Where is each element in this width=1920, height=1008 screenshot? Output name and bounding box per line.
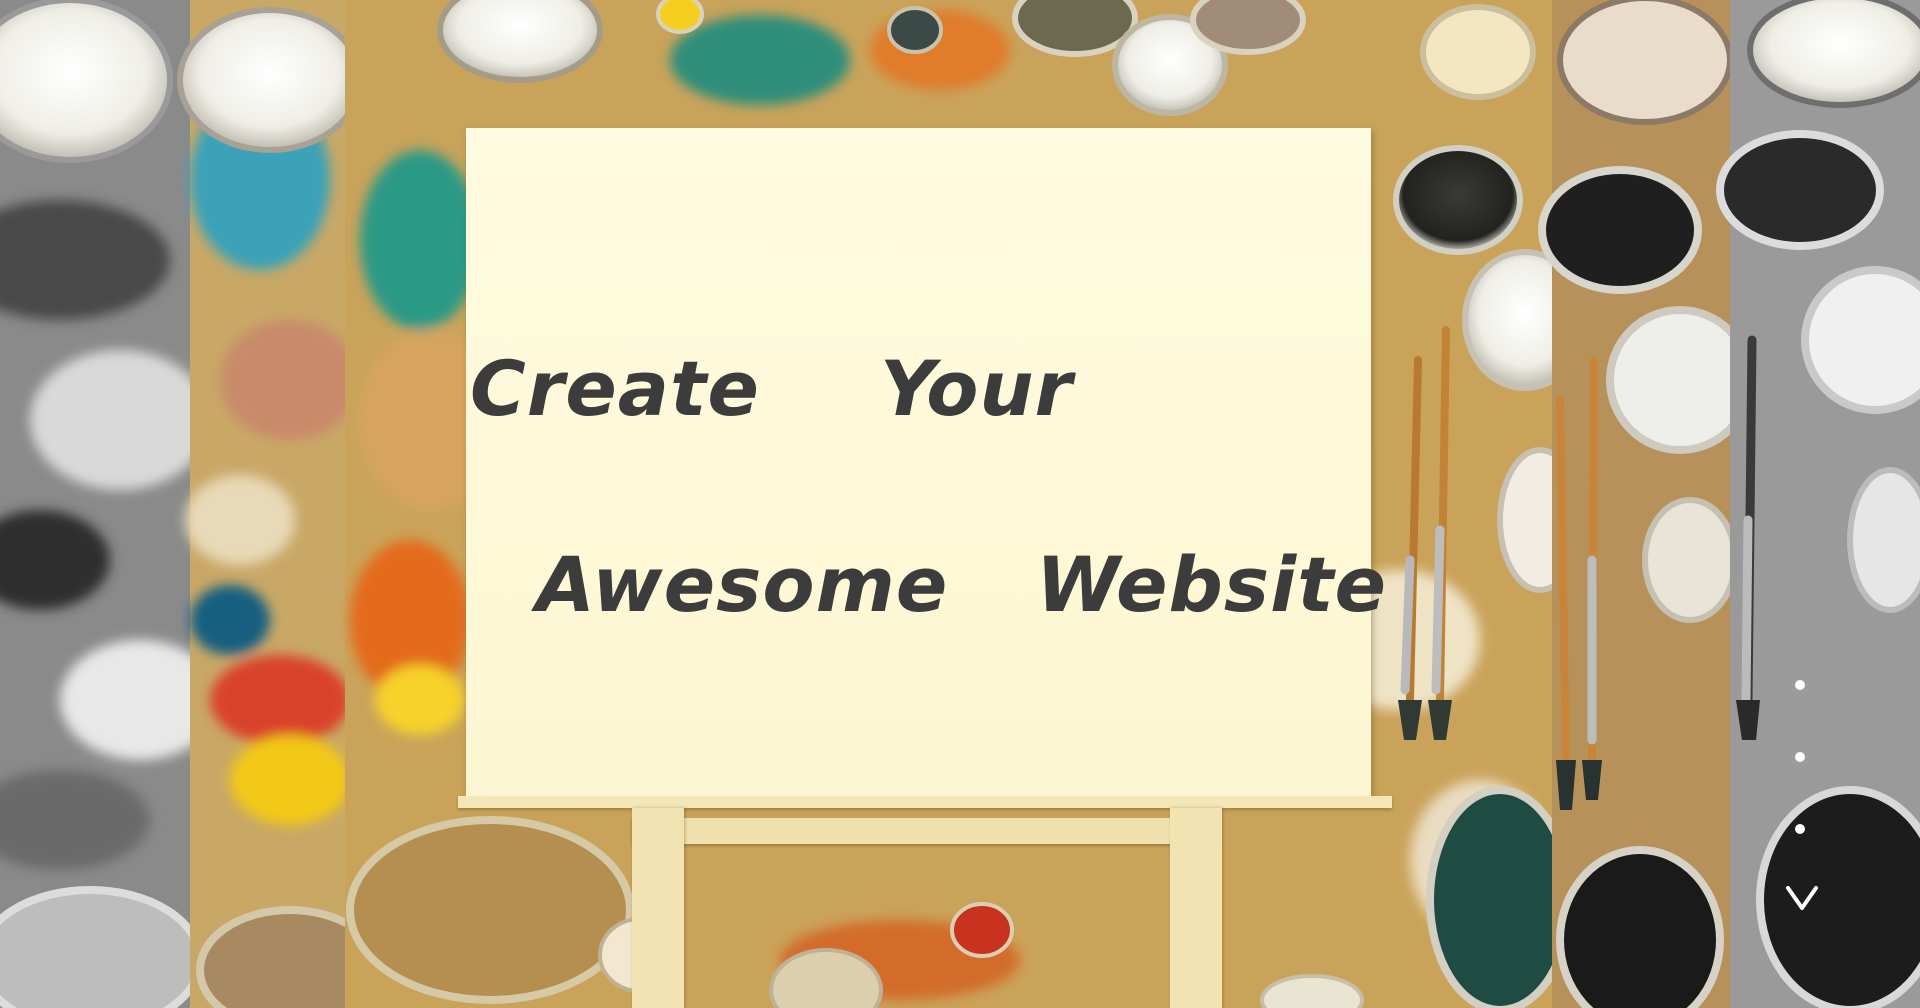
hero-word-awesome: Awesome — [536, 540, 949, 629]
hero-word-website: Website — [1036, 540, 1388, 629]
easel-canvas — [466, 128, 1371, 796]
scroll-down-button[interactable] — [1782, 880, 1822, 916]
hero-word-your: Your — [880, 344, 1074, 433]
slide-indicators — [1793, 680, 1807, 840]
slide-dot-2[interactable] — [1795, 752, 1805, 762]
hero-section: Create Your Awesome Website — [0, 0, 1920, 1008]
slide-dot-1[interactable] — [1795, 680, 1805, 690]
easel-leg-left — [632, 808, 684, 1008]
chevron-down-icon — [1786, 886, 1818, 910]
slide-dot-3[interactable] — [1795, 824, 1805, 834]
easel-leg-right — [1170, 808, 1222, 1008]
easel-crossbar — [632, 818, 1220, 844]
hero-word-create: Create — [470, 344, 760, 433]
easel-rail — [458, 796, 1392, 808]
